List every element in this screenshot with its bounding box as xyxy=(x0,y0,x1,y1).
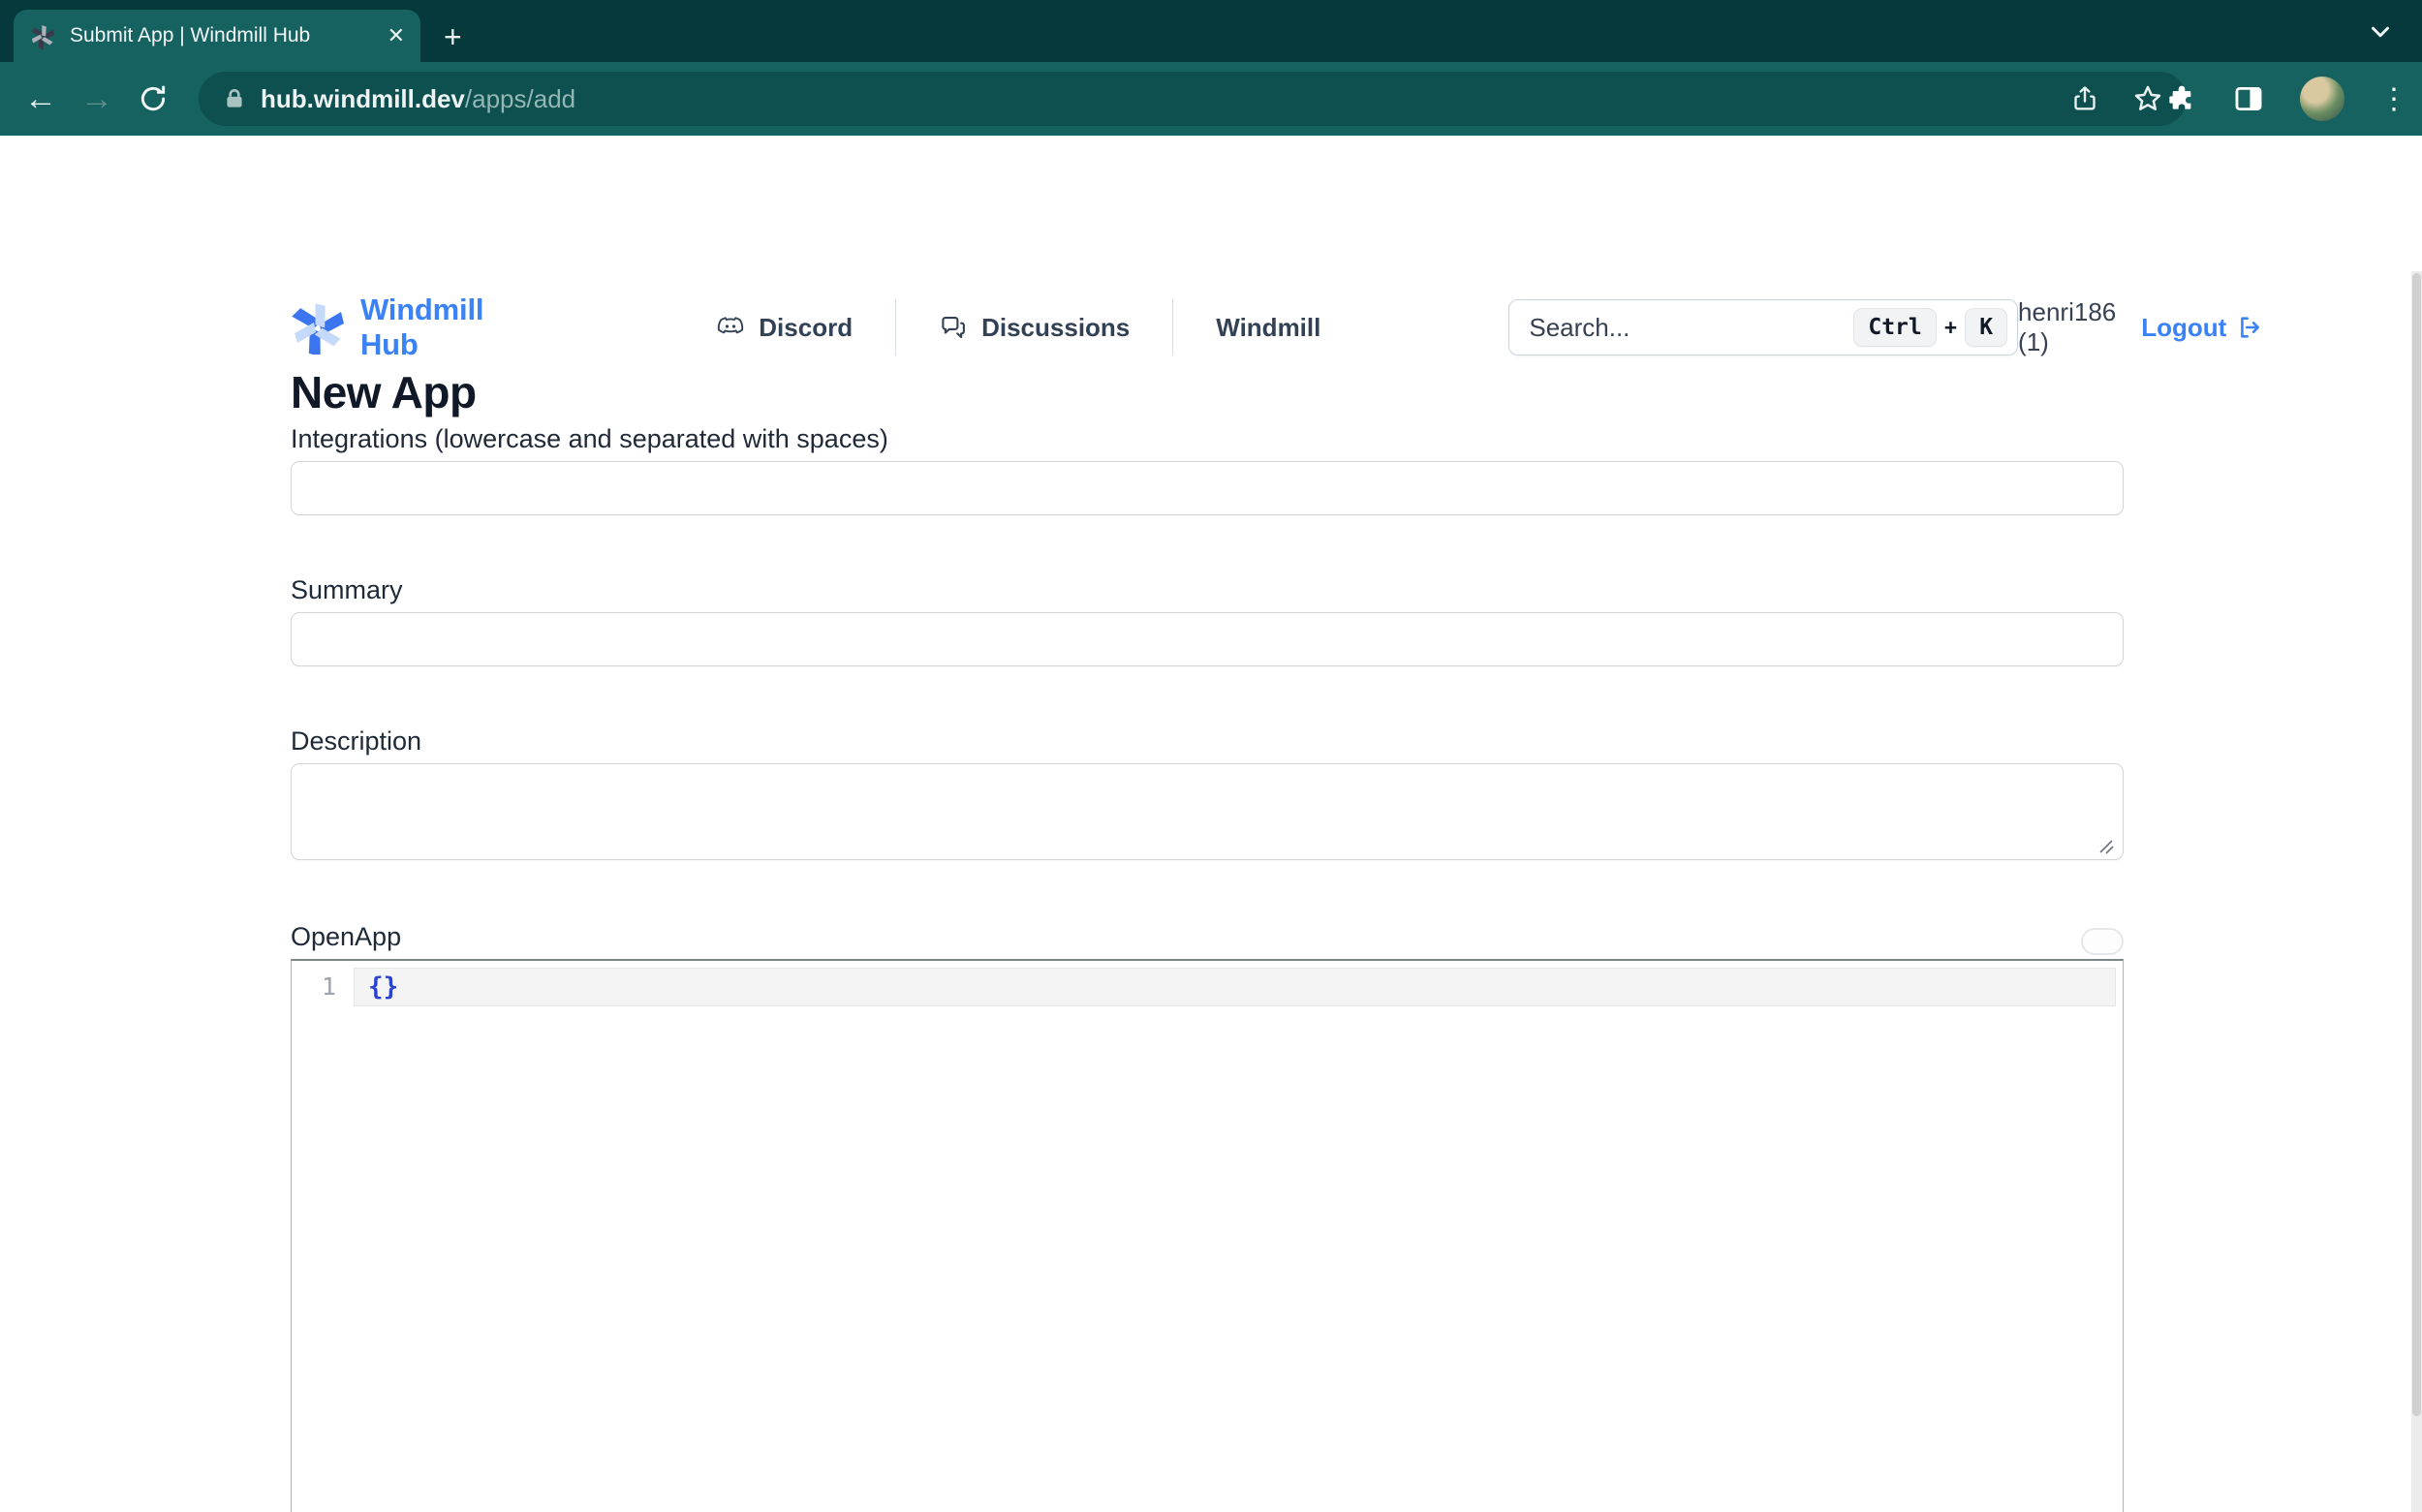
share-icon[interactable] xyxy=(2070,84,2099,113)
back-button[interactable]: ← xyxy=(14,62,68,136)
summary-input[interactable] xyxy=(291,612,2124,666)
summary-label: Summary xyxy=(291,575,403,605)
kbd-plus: + xyxy=(1944,315,1957,341)
brand-link[interactable]: Windmill Hub xyxy=(291,293,483,362)
browser-tabstrip: Submit App | Windmill Hub ✕ + xyxy=(0,0,2422,62)
search-box[interactable]: Ctrl + K xyxy=(1508,299,2018,355)
forward-button[interactable]: → xyxy=(70,62,124,136)
kbd-k: K xyxy=(1965,308,2007,347)
logout-icon xyxy=(2236,314,2263,341)
line-number: 1 xyxy=(322,972,336,1001)
lock-icon[interactable] xyxy=(222,86,247,111)
editor-active-line[interactable]: {} xyxy=(354,968,2116,1006)
browser-menu-icon[interactable]: ⋮ xyxy=(2379,82,2408,116)
editor-gutter: 1 xyxy=(292,961,354,1512)
reload-button[interactable] xyxy=(126,62,180,136)
tab-title: Submit App | Windmill Hub xyxy=(70,24,374,47)
nav-item-discord[interactable]: Discord xyxy=(716,298,895,356)
description-label: Description xyxy=(291,726,421,756)
openapp-toggle[interactable] xyxy=(2081,928,2124,955)
brand-title: Windmill Hub xyxy=(360,293,483,362)
integrations-label: Integrations (lowercase and separated wi… xyxy=(291,424,888,454)
discussions-icon xyxy=(939,313,968,342)
nav-label: Discord xyxy=(759,313,853,343)
page-title: New App xyxy=(291,366,477,418)
tab-close-icon[interactable]: ✕ xyxy=(388,25,405,46)
extensions-puzzle-icon[interactable] xyxy=(2166,83,2197,114)
nav-label: Windmill xyxy=(1216,313,1320,343)
logout-link[interactable]: Logout xyxy=(2141,313,2263,343)
search-input[interactable] xyxy=(1529,313,1853,343)
url-host: hub.windmill.dev xyxy=(261,84,465,114)
side-panel-icon[interactable] xyxy=(2232,82,2265,115)
nav-item-windmill[interactable]: Windmill xyxy=(1173,298,1363,356)
discord-icon xyxy=(716,313,745,342)
site-header: Windmill Hub Discord xyxy=(291,291,2124,364)
kbd-ctrl: Ctrl xyxy=(1853,308,1936,347)
browser-tab[interactable]: Submit App | Windmill Hub ✕ xyxy=(14,10,420,62)
logout-label: Logout xyxy=(2141,313,2226,343)
username: henri186 (1) xyxy=(2018,297,2116,357)
page-content: Windmill Hub Discord xyxy=(0,136,2422,1512)
editor-code: {} xyxy=(368,972,398,1002)
profile-avatar[interactable] xyxy=(2300,77,2344,121)
address-bar[interactable]: hub.windmill.dev/apps/add xyxy=(199,72,2187,126)
page-scrollbar[interactable] xyxy=(2411,271,2422,1512)
new-tab-button[interactable]: + xyxy=(444,19,462,55)
url-path: /apps/add xyxy=(465,84,575,114)
openapp-label: OpenApp xyxy=(291,922,401,952)
browser-toolbar: ← → hub.windmill.dev/apps/add ⋮ xyxy=(0,62,2422,136)
main-nav: Discord Discussions Windmill xyxy=(716,298,1363,356)
code-editor[interactable]: 1 {} xyxy=(291,959,2124,1512)
textarea-resize-handle-icon[interactable] xyxy=(2095,835,2116,856)
user-area: henri186 (1) Logout xyxy=(2018,297,2263,357)
windmill-logo-icon xyxy=(291,300,345,355)
nav-label: Discussions xyxy=(981,313,1130,343)
tab-search-chevron-icon[interactable] xyxy=(2366,17,2395,46)
nav-item-discussions[interactable]: Discussions xyxy=(896,298,1172,356)
favicon-windmill-icon xyxy=(29,22,56,49)
bookmark-star-icon[interactable] xyxy=(2132,83,2163,114)
integrations-input[interactable] xyxy=(291,461,2124,515)
description-textarea[interactable] xyxy=(291,763,2124,860)
scrollbar-thumb[interactable] xyxy=(2412,273,2421,1416)
